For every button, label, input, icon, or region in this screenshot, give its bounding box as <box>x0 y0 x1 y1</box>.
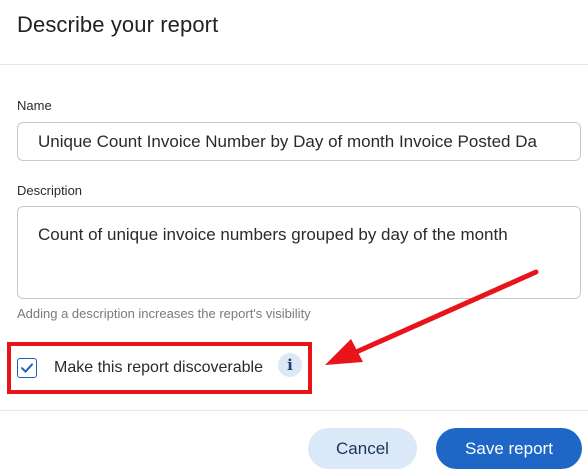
header-divider <box>0 64 588 65</box>
annotation-highlight-box <box>7 342 312 394</box>
save-report-button[interactable]: Save report <box>436 428 582 469</box>
cancel-button[interactable]: Cancel <box>308 428 417 469</box>
name-input[interactable]: Unique Count Invoice Number by Day of mo… <box>17 122 581 161</box>
footer-divider <box>0 410 588 411</box>
name-label: Name <box>17 98 52 113</box>
description-label: Description <box>17 183 83 198</box>
describe-report-dialog: Describe your report Name Unique Count I… <box>0 0 588 473</box>
description-input[interactable]: Count of unique invoice numbers grouped … <box>17 206 581 299</box>
dialog-title: Describe your report <box>17 12 219 37</box>
description-helper-text: Adding a description increases the repor… <box>17 306 311 321</box>
